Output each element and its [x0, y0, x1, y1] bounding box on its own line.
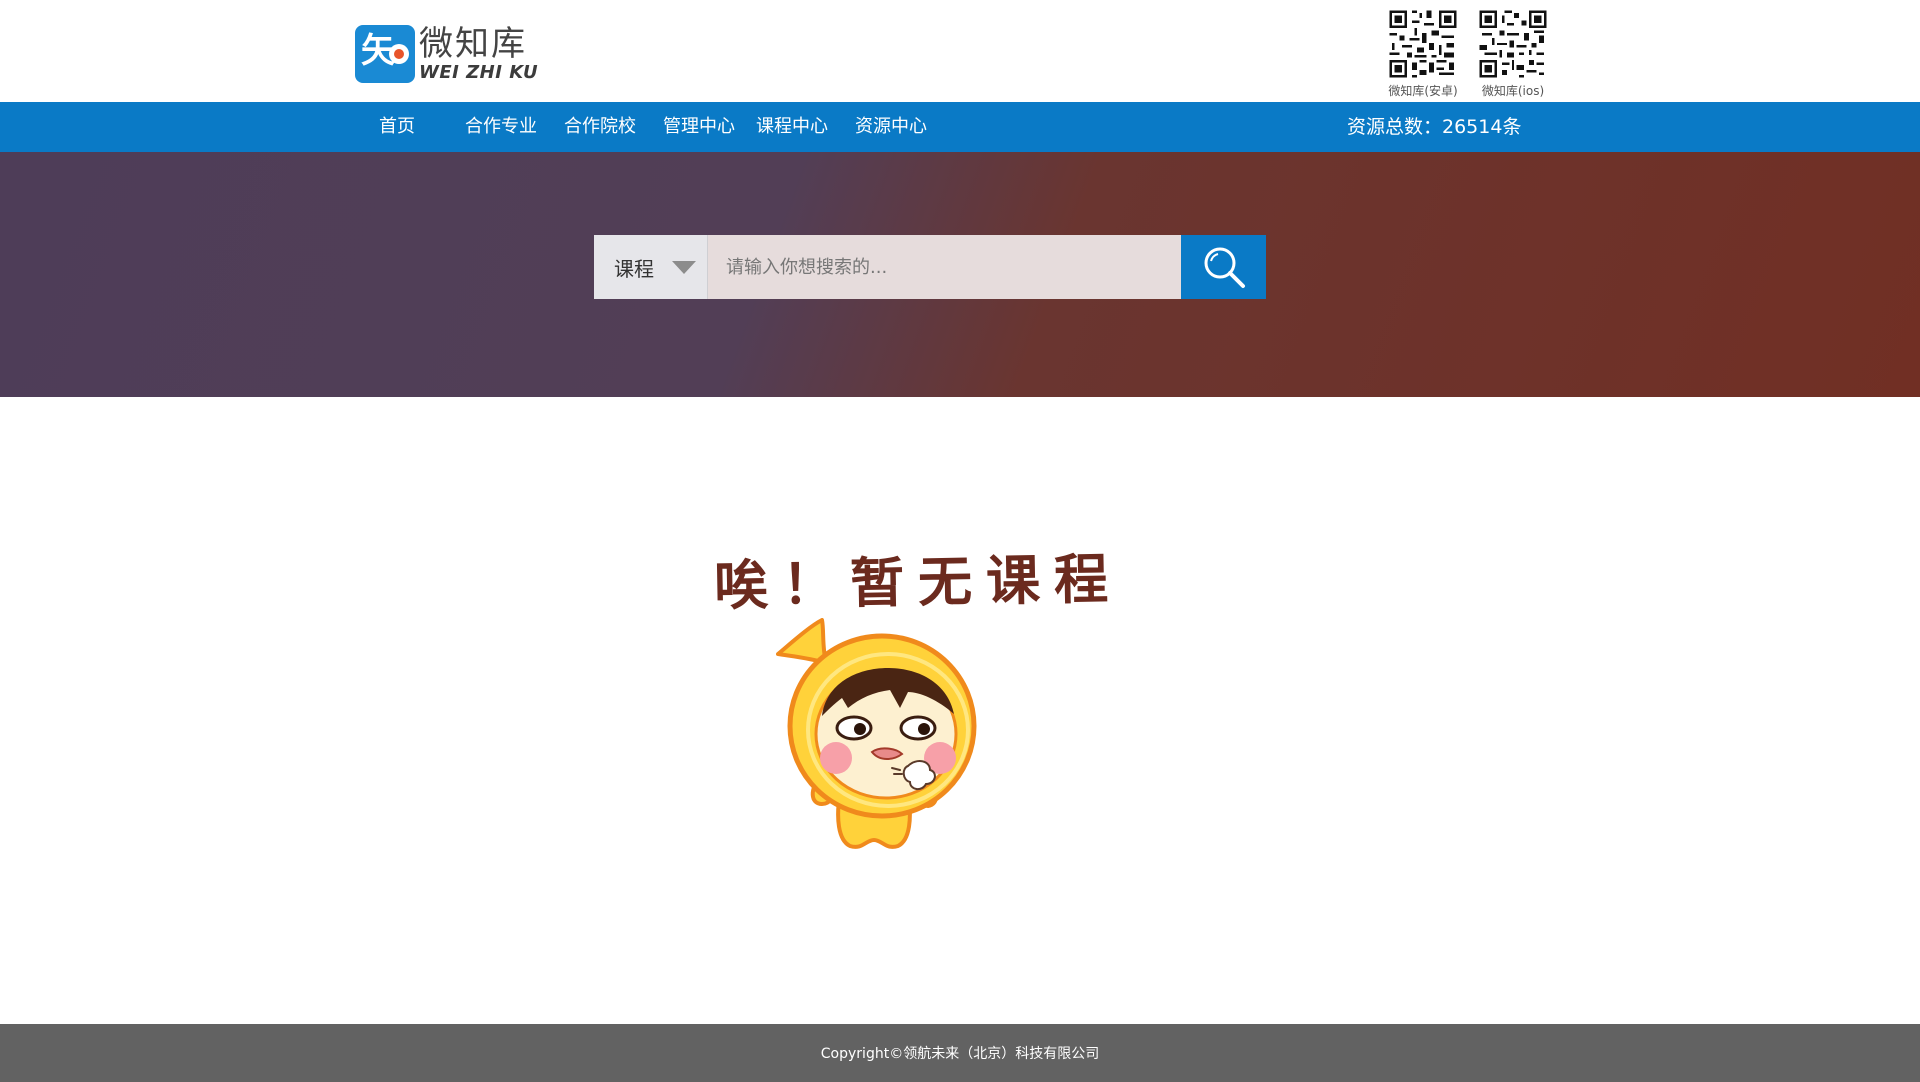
search-type-value: 课程	[614, 256, 654, 281]
nav-item-management-center[interactable]: 管理中心	[663, 102, 735, 152]
site-header: 矢 微知库 WEI ZHI KU 微知库(安卓) 微知库(ios)	[0, 0, 1920, 102]
chevron-down-icon	[672, 260, 696, 274]
qr-android-label: 微知库(安卓)	[1388, 84, 1458, 98]
app-qr-codes: 微知库(安卓) 微知库(ios)	[1383, 8, 1553, 99]
qr-android: 微知库(安卓)	[1383, 8, 1463, 99]
search-banner: 课程	[0, 152, 1920, 397]
search-input[interactable]	[708, 235, 1181, 299]
search-bar: 课程	[594, 235, 1266, 299]
qr-ios: 微知库(ios)	[1473, 8, 1553, 99]
nav-item-partner-majors[interactable]: 合作专业	[465, 102, 537, 152]
search-button[interactable]	[1181, 235, 1266, 299]
empty-state-message: 唉！暂无课程	[713, 547, 1123, 618]
logo-english-name: WEI ZHI KU	[419, 62, 539, 83]
qr-ios-label: 微知库(ios)	[1481, 84, 1545, 98]
logo-mark-icon: 矢	[355, 25, 415, 83]
copyright-text: Copyright©领航未来（北京）科技有限公司	[820, 1046, 1100, 1062]
resource-total-count: 资源总数：26514条	[1347, 116, 1522, 138]
logo-chinese-name: 微知库	[419, 24, 527, 64]
nav-item-partner-schools[interactable]: 合作院校	[564, 102, 636, 152]
search-type-select[interactable]: 课程	[594, 235, 708, 299]
nav-item-resource-center[interactable]: 资源中心	[855, 102, 927, 152]
logo-text: 微知库 WEI ZHI KU	[419, 25, 538, 83]
crying-mascot-illustration	[776, 618, 977, 849]
qr-code-icon	[1477, 8, 1549, 80]
site-logo[interactable]: 矢 微知库 WEI ZHI KU	[355, 24, 538, 84]
nav-item-course-center[interactable]: 课程中心	[756, 102, 828, 152]
main-nav: 首页 合作专业 合作院校 管理中心 课程中心 资源中心 资源总数：26514条	[0, 102, 1920, 152]
site-footer: Copyright©领航未来（北京）科技有限公司	[0, 1024, 1920, 1082]
nav-item-home[interactable]: 首页	[379, 102, 415, 152]
search-icon	[1204, 247, 1245, 288]
qr-code-icon	[1387, 8, 1459, 80]
